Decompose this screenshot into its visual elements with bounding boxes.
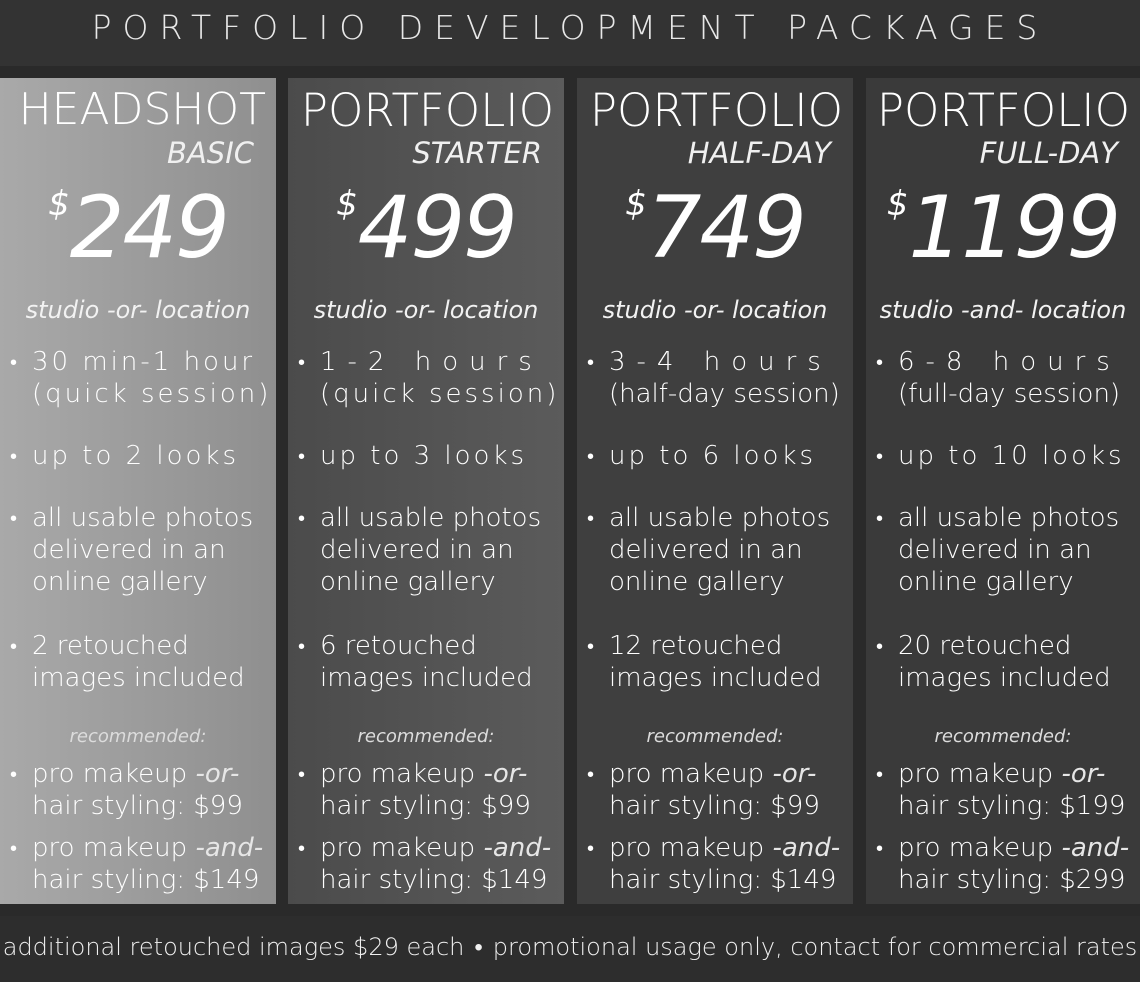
feature-looks: • up to 2 looks (10, 441, 240, 471)
feature-duration: • 6-8 hours (full-day session) (876, 347, 1121, 409)
feature-duration: • 30 min-1 hour (quick session) (10, 347, 272, 409)
addon-makeup-and-hair: • pro makeup -and-hair styling: $299 (876, 833, 1130, 895)
package-tier: FULL-DAY (979, 136, 1118, 170)
page-title: PORTFOLIO DEVELOPMENT PACKAGES (91, 8, 1049, 47)
package-location: studio -and- location (879, 296, 1127, 324)
package-name: PORTFOLIO (300, 84, 554, 137)
package-location: studio -or- location (25, 296, 251, 324)
package-tier: BASIC (167, 136, 254, 170)
feature-looks: • up to 10 looks (876, 441, 1125, 471)
package-price: $749 (577, 178, 853, 278)
feature-gallery: • all usable photos delivered in an online … (587, 503, 831, 597)
package-price: $1199 (866, 178, 1140, 278)
footer-retouch-note: additional retouched images $29 each (2, 933, 465, 961)
feature-gallery: • all usable photos delivered in an online … (10, 503, 254, 597)
footer-separator: • (474, 933, 483, 961)
currency-symbol: $ (886, 184, 909, 224)
package-name: HEADSHOT (18, 84, 266, 135)
package-card-portfolio-starter: PORTFOLIO STARTER $499 studio -or- locat… (288, 78, 564, 904)
recommended-label: recommended: (646, 726, 784, 747)
package-location: studio -or- location (602, 296, 828, 324)
addon-makeup-and-hair: • pro makeup -and-hair styling: $149 (298, 833, 552, 895)
header-bar: PORTFOLIO DEVELOPMENT PACKAGES (0, 0, 1140, 66)
addon-makeup-or-hair: • pro makeup -or-hair styling: $99 (10, 759, 243, 821)
price-value: 749 (646, 178, 807, 278)
currency-symbol: $ (625, 184, 647, 224)
recommended-label: recommended: (69, 726, 207, 747)
addon-makeup-or-hair: • pro makeup -or-hair styling: $199 (876, 759, 1126, 821)
footer-note: additional retouched images $29 each • pro… (0, 933, 1140, 962)
package-card-portfolio-half-day: PORTFOLIO HALF-DAY $749 studio -or- loca… (577, 78, 853, 904)
addon-makeup-or-hair: • pro makeup -or-hair styling: $99 (298, 759, 531, 821)
package-price: $249 (0, 178, 276, 278)
feature-duration: • 1-2 hours (quick session) (298, 347, 560, 409)
package-name: PORTFOLIO (876, 84, 1130, 137)
addon-makeup-and-hair: • pro makeup -and-hair styling: $149 (587, 833, 841, 895)
addon-makeup-and-hair: • pro makeup -and-hair styling: $149 (10, 833, 264, 895)
feature-retouch: • 20 retouched images included (876, 631, 1111, 693)
price-value: 499 (357, 178, 518, 278)
recommended-label: recommended: (357, 726, 495, 747)
package-location: studio -or- location (313, 296, 539, 324)
feature-gallery: • all usable photos delivered in an online … (876, 503, 1120, 597)
package-name: PORTFOLIO (589, 84, 843, 137)
currency-symbol: $ (336, 184, 358, 224)
price-value: 1199 (908, 178, 1121, 278)
currency-symbol: $ (48, 184, 70, 224)
feature-retouch: • 12 retouched images included (587, 631, 822, 693)
package-card-headshot-basic: HEADSHOT BASIC $249 studio -or- location… (0, 78, 276, 904)
footer-bar: additional retouched images $29 each • pro… (0, 916, 1140, 982)
feature-duration: • 3-4 hours (half-day session) (587, 347, 840, 409)
recommended-label: recommended: (934, 726, 1072, 747)
addon-makeup-or-hair: • pro makeup -or-hair styling: $99 (587, 759, 820, 821)
feature-retouch: • 6 retouched images included (298, 631, 533, 693)
feature-looks: • up to 6 looks (587, 441, 817, 471)
footer-usage-note: promotional usage only, contact for comm… (492, 933, 1138, 961)
feature-retouch: • 2 retouched images included (10, 631, 245, 693)
feature-looks: • up to 3 looks (298, 441, 528, 471)
package-tier: HALF-DAY (687, 136, 831, 170)
package-tier: STARTER (412, 136, 542, 170)
feature-gallery: • all usable photos delivered in an online … (298, 503, 542, 597)
package-card-portfolio-full-day: PORTFOLIO FULL-DAY $1199 studio -and- lo… (866, 78, 1140, 904)
price-value: 249 (69, 178, 230, 278)
package-price: $499 (288, 178, 564, 278)
